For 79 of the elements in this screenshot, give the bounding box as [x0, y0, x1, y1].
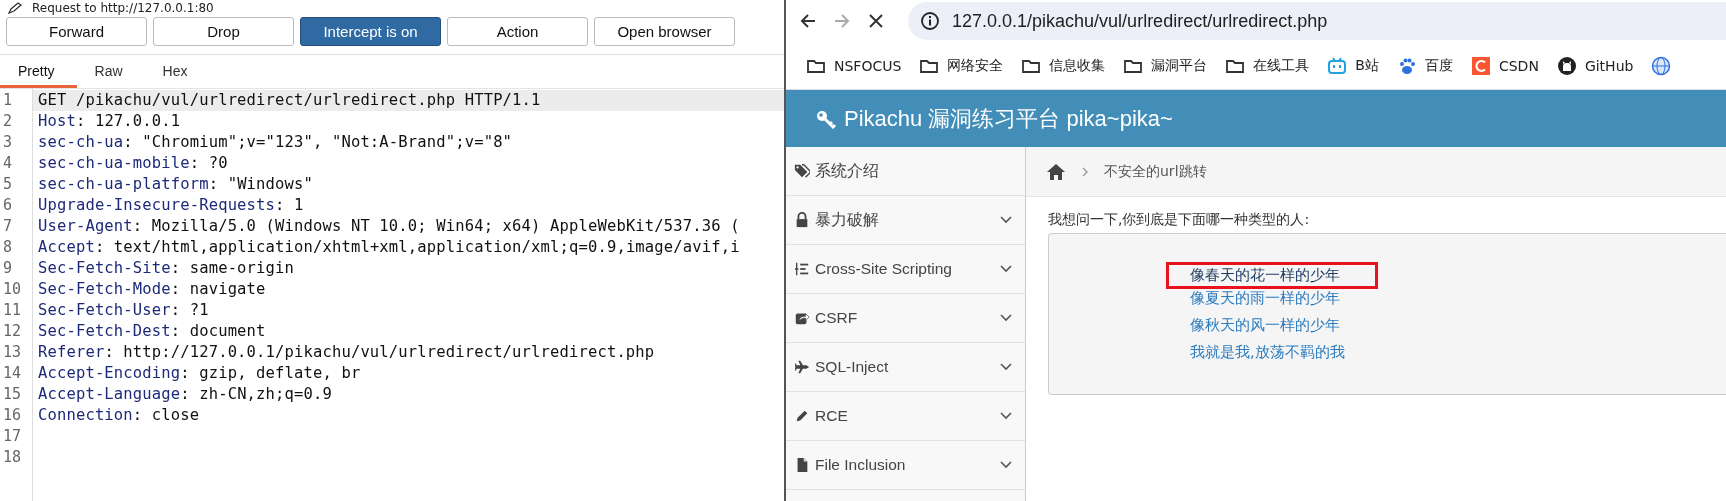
bookmark[interactable]: B站 — [1355, 56, 1379, 75]
bookmark[interactable]: 在线工具 — [1253, 56, 1310, 75]
code-line: User-Agent: Mozilla/5.0 (Windows NT 10.0; Win64; x64) AppleWebKit/537.36 ( — [37, 216, 741, 237]
sidebar-item[interactable]: CSRF — [786, 294, 1025, 343]
key-icon — [816, 108, 836, 129]
line-number: 14 — [2, 363, 23, 384]
tab[interactable]: Raw — [76, 63, 145, 88]
code-line: sec-ch-ua-mobile: ?0 — [37, 153, 229, 174]
code-line: Accept: text/html,application/xhtml+xml,application/xml;q=0.9,image/avif,i — [37, 237, 741, 258]
line-number: 18 — [2, 447, 23, 468]
line-number: 11 — [2, 300, 23, 321]
home-icon[interactable] — [1046, 161, 1066, 182]
line-number: 1 — [2, 90, 14, 111]
code-line: Accept-Encoding: gzip, deflate, br — [37, 363, 362, 384]
url-text: 127.0.0.1/pikachu/vul/urlredirect/urlredirect.php — [952, 10, 1328, 32]
breadcrumb: 不安全的url跳转 — [1104, 162, 1207, 181]
option-link[interactable]: 像秋天的风一样的少年 — [1166, 312, 1364, 339]
info-icon — [920, 11, 940, 31]
bookmark[interactable]: 漏洞平台 — [1151, 56, 1208, 75]
code-line: Sec-Fetch-Site: same-origin — [37, 258, 295, 279]
tv-icon[interactable] — [1327, 55, 1348, 76]
pencil-icon — [794, 408, 810, 424]
sidebar-item[interactable]: 系统介绍 — [786, 147, 1025, 196]
code-line: Upgrade-Insecure-Requests: 1 — [37, 195, 305, 216]
line-number: 3 — [2, 132, 14, 153]
code-line: Accept-Language: zh-CN,zh;q=0.9 — [37, 384, 333, 405]
sidebar-item[interactable]: RCE — [786, 392, 1025, 441]
code-line: sec-ch-ua-platform: "Windows" — [37, 174, 314, 195]
c-logo-icon[interactable] — [1470, 55, 1491, 76]
line-number: 6 — [2, 195, 14, 216]
bookmark[interactable]: CSDN — [1498, 57, 1539, 74]
option-link[interactable]: 我就是我,放荡不羁的我 — [1166, 339, 1369, 366]
sidebar-item[interactable]: SQL-Inject — [786, 343, 1025, 392]
code-line: Connection: close — [37, 405, 201, 426]
tab[interactable]: Hex — [144, 63, 210, 88]
bookmark[interactable]: NSFOCUS — [834, 57, 902, 74]
cat-icon[interactable] — [1556, 55, 1577, 76]
bookmark[interactable]: 信息收集 — [1049, 56, 1106, 75]
tags-icon — [794, 163, 810, 179]
line-number: 2 — [2, 111, 14, 132]
list-icon — [794, 261, 810, 277]
share-icon — [794, 310, 810, 326]
line-number: 7 — [2, 216, 14, 237]
toolbar-button[interactable]: Action — [447, 17, 588, 46]
window-title: Request to http://127.0.0.1:80 — [32, 0, 214, 15]
sidebar-item[interactable]: Cross-Site Scripting — [786, 245, 1025, 294]
lock-icon — [794, 212, 810, 228]
toolbar-button[interactable]: Drop — [153, 17, 294, 46]
line-number: 16 — [2, 405, 23, 426]
code-line: Sec-Fetch-User: ?1 — [37, 300, 210, 321]
bookmark[interactable]: GitHub — [1584, 57, 1634, 74]
line-number: 17 — [2, 426, 23, 447]
line-number: 5 — [2, 174, 14, 195]
pen-icon — [8, 1, 24, 14]
toolbar-button[interactable]: Intercept is on — [300, 17, 441, 46]
site-title: Pikachu 漏洞练习平台 pika~pika~ — [844, 104, 1173, 133]
address-bar[interactable]: 127.0.0.1/pikachu/vul/urlredirect/urlredirect.php — [908, 2, 1726, 40]
sidebar-item[interactable]: 暴力破解 — [786, 196, 1025, 245]
line-number: 4 — [2, 153, 14, 174]
toolbar-button[interactable]: Open browser — [594, 17, 735, 46]
line-number: 13 — [2, 342, 23, 363]
question-text: 我想问一下,你到底是下面哪一种类型的人: — [1048, 211, 1311, 229]
code-line: Referer: http://127.0.0.1/pikachu/vul/urlredirect/urlredirect.php — [37, 342, 656, 363]
code-line: Sec-Fetch-Mode: navigate — [37, 279, 267, 300]
line-number: 12 — [2, 321, 23, 342]
code-line: Host: 127.0.0.1 — [37, 111, 182, 132]
line-number: 10 — [2, 279, 23, 300]
toolbar-button[interactable]: Forward — [6, 17, 147, 46]
option-link[interactable]: 像春天的花一样的少年 — [1166, 262, 1378, 289]
bookmark[interactable]: 百度 — [1424, 56, 1453, 75]
line-number: 8 — [2, 237, 14, 258]
plane-icon — [794, 359, 810, 375]
bookmark[interactable]: 网络安全 — [947, 56, 1004, 75]
code-line: Sec-Fetch-Dest: document — [37, 321, 267, 342]
globe-icon[interactable] — [1651, 55, 1672, 76]
line-number: 15 — [2, 384, 23, 405]
line-number: 9 — [2, 258, 14, 279]
sidebar-item[interactable]: File Inclusion — [786, 441, 1025, 490]
code-line: sec-ch-ua: "Chromium";v="123", "Not:A-Brand";v="8" — [37, 132, 514, 153]
